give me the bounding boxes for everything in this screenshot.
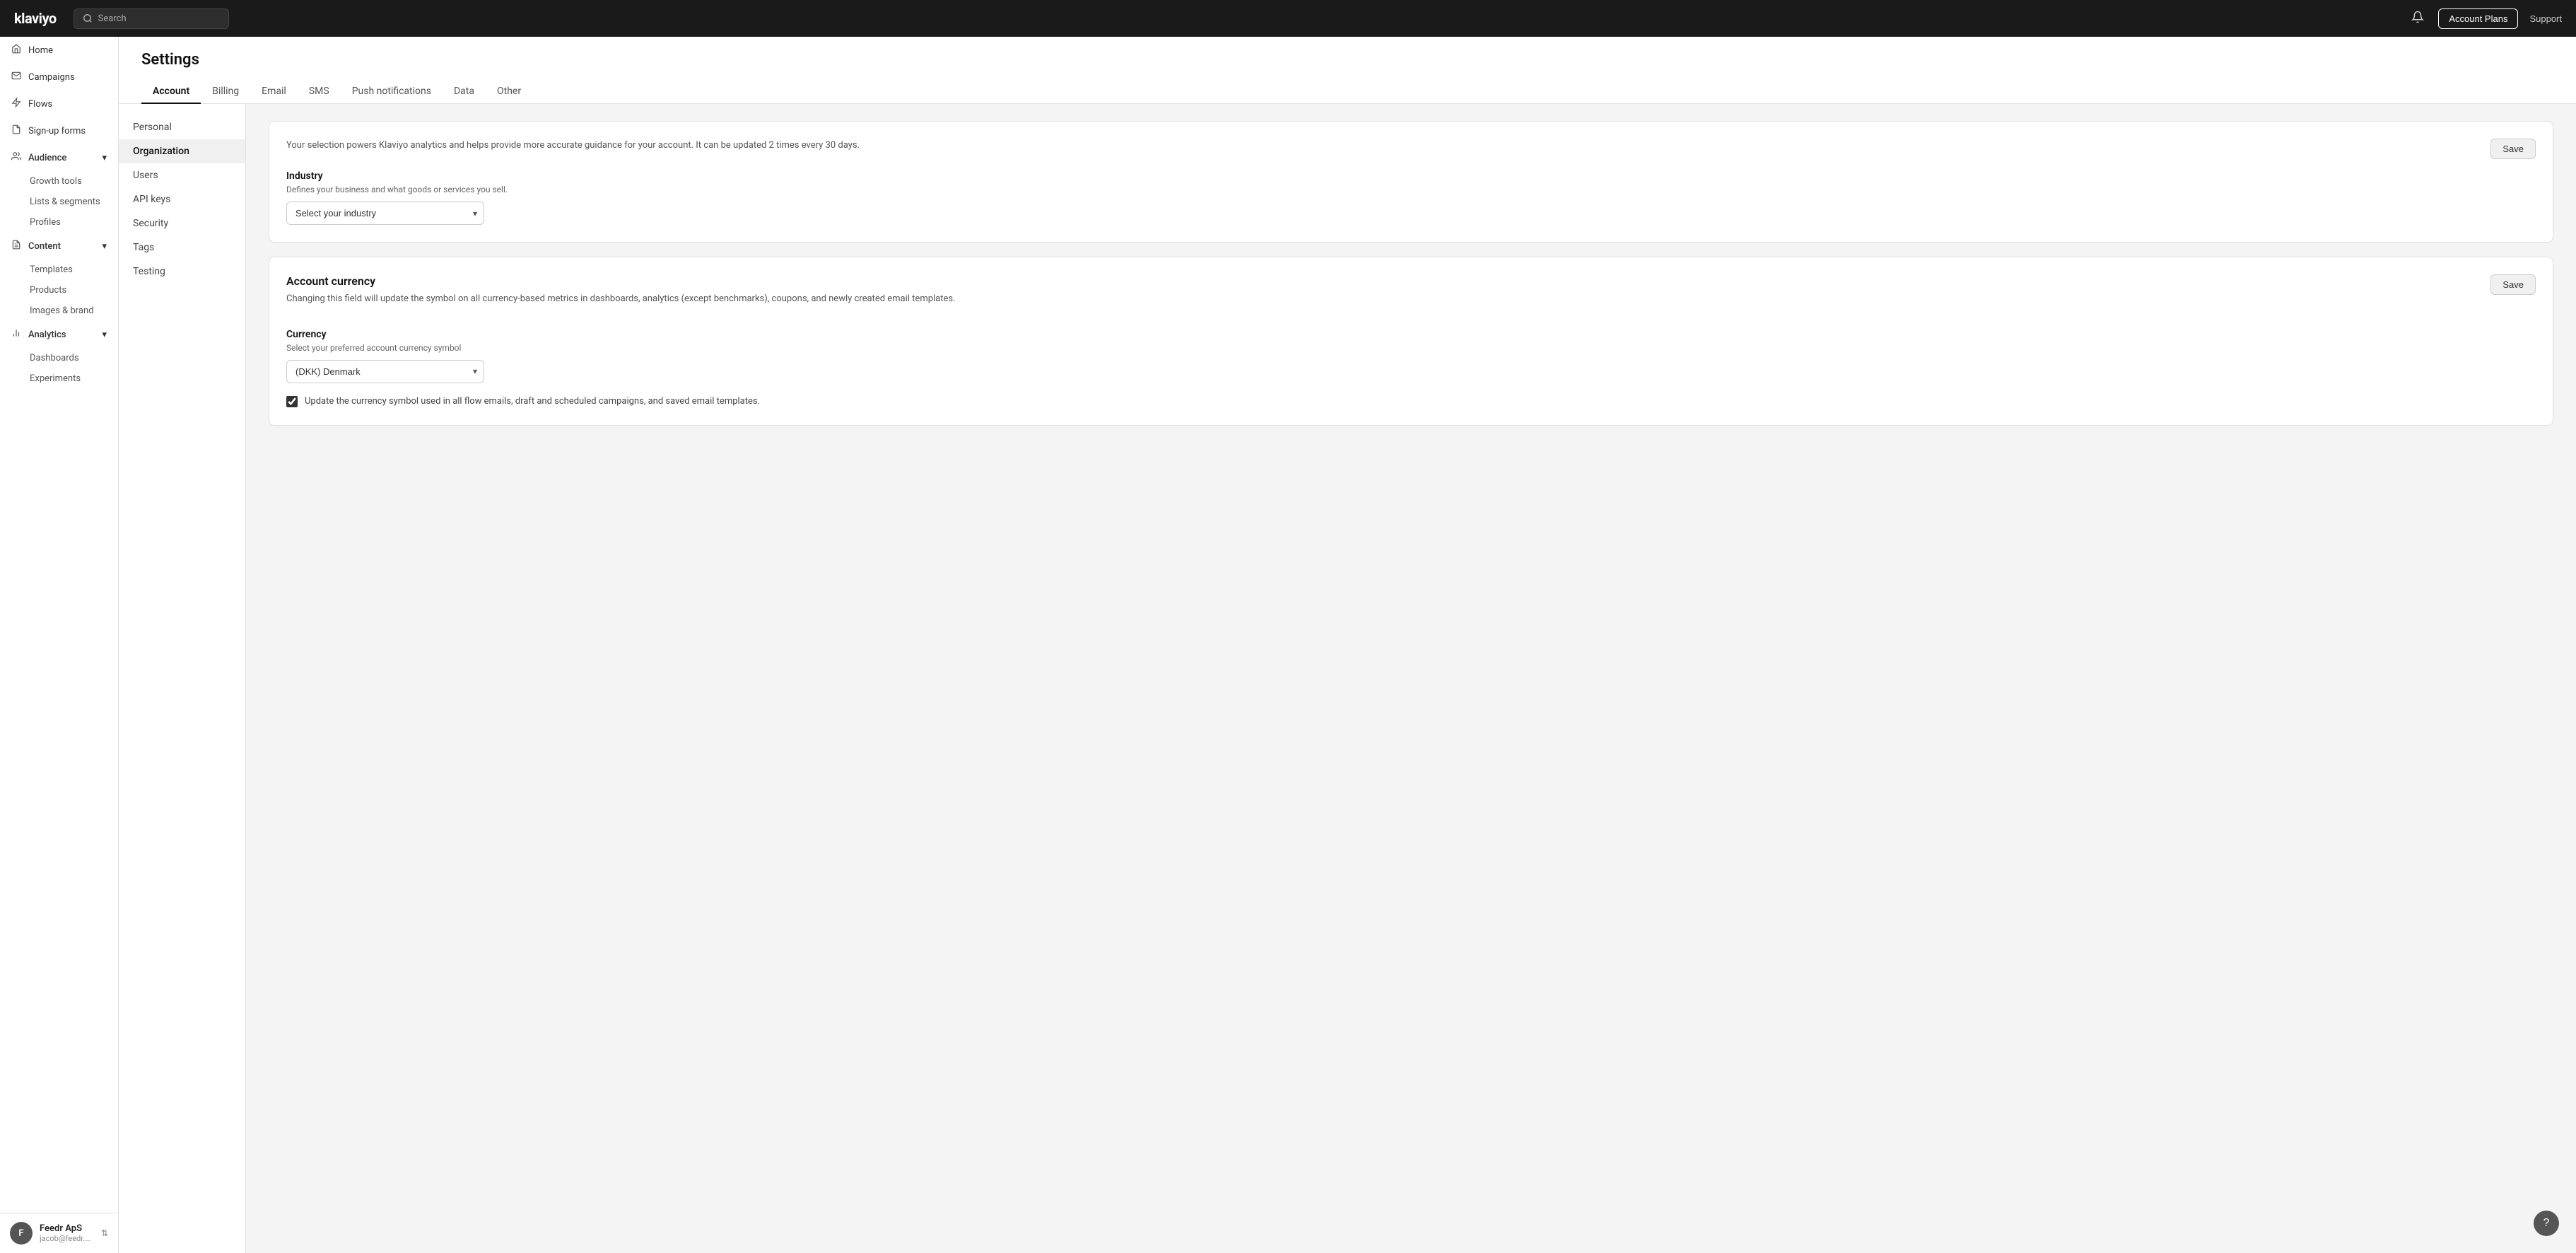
subnav-testing[interactable]: Testing xyxy=(119,260,245,284)
account-name: Feedr ApS xyxy=(40,1223,94,1234)
search-placeholder: Search xyxy=(98,13,127,24)
sidebar-item-campaigns-label: Campaigns xyxy=(28,72,75,83)
tab-billing[interactable]: Billing xyxy=(201,80,250,104)
industry-partial-text: Your selection powers Klaviyo analytics … xyxy=(286,139,2490,153)
top-navigation: klaviyo Search Account Plans Support xyxy=(0,0,2576,37)
page-title: Settings xyxy=(141,51,2553,69)
sidebar-item-audience[interactable]: Audience ▾ xyxy=(0,144,118,171)
account-plans-button[interactable]: Account Plans xyxy=(2438,8,2518,29)
sidebar-item-lists-segments[interactable]: Lists & segments xyxy=(0,192,118,212)
klaviyo-logo: klaviyo xyxy=(14,10,57,27)
sidebar-item-audience-label: Audience xyxy=(28,153,95,163)
currency-select-wrapper: (DKK) Denmark (USD) United States Dollar… xyxy=(286,360,484,383)
tab-email[interactable]: Email xyxy=(250,80,298,104)
settings-header: Settings Account Billing Email SMS Push … xyxy=(119,37,2576,104)
content-chevron-icon: ▾ xyxy=(102,241,107,252)
currency-field: Currency Select your preferred account c… xyxy=(286,329,2536,383)
sidebar-item-analytics-label: Analytics xyxy=(28,330,95,340)
sidebar-item-signup-forms-label: Sign-up forms xyxy=(28,126,86,136)
audience-chevron-icon: ▾ xyxy=(102,153,107,163)
account-email: jacob@feedr.c... xyxy=(40,1234,94,1243)
sidebar-item-home[interactable]: Home xyxy=(0,37,118,64)
sidebar-item-dashboards[interactable]: Dashboards xyxy=(0,348,118,368)
subnav-users[interactable]: Users xyxy=(119,163,245,187)
sidebar-item-growth-tools[interactable]: Growth tools xyxy=(0,171,118,192)
campaigns-icon xyxy=(11,71,21,83)
sidebar-item-templates[interactable]: Templates xyxy=(0,260,118,280)
sidebar: Home Campaigns Flows Sign-up forms Audie… xyxy=(0,37,119,1253)
subnav-organization[interactable]: Organization xyxy=(119,139,245,163)
industry-card: Your selection powers Klaviyo analytics … xyxy=(269,121,2553,243)
sidebar-item-campaigns[interactable]: Campaigns xyxy=(0,64,118,91)
settings-main: Your selection powers Klaviyo analytics … xyxy=(246,104,2576,1253)
sidebar-item-images-brand[interactable]: Images & brand xyxy=(0,301,118,321)
settings-subnav: Personal Organization Users API keys Sec… xyxy=(119,104,246,1253)
subnav-personal[interactable]: Personal xyxy=(119,115,245,139)
notifications-button[interactable] xyxy=(2408,8,2427,30)
currency-card: Account currency Changing this field wil… xyxy=(269,257,2553,426)
industry-field-desc: Defines your business and what goods or … xyxy=(286,185,2536,194)
tab-push-notifications[interactable]: Push notifications xyxy=(341,80,443,104)
settings-tabs: Account Billing Email SMS Push notificat… xyxy=(141,80,2553,103)
topnav-right: Account Plans Support xyxy=(2408,8,2562,30)
content-area: Settings Account Billing Email SMS Push … xyxy=(119,37,2576,1253)
sidebar-item-profiles[interactable]: Profiles xyxy=(0,212,118,233)
currency-card-description: Changing this field will update the symb… xyxy=(286,292,2490,306)
account-switcher[interactable]: F Feedr ApS jacob@feedr.c... ⇅ xyxy=(0,1213,118,1253)
tab-sms[interactable]: SMS xyxy=(298,80,341,104)
subnav-tags[interactable]: Tags xyxy=(119,235,245,260)
analytics-icon xyxy=(11,328,21,341)
audience-icon xyxy=(11,151,21,164)
signup-forms-icon xyxy=(11,124,21,137)
industry-field-label: Industry xyxy=(286,170,2536,182)
industry-field: Industry Defines your business and what … xyxy=(286,170,2536,225)
sidebar-item-content[interactable]: Content ▾ xyxy=(0,233,118,260)
tab-data[interactable]: Data xyxy=(443,80,486,104)
sidebar-item-flows-label: Flows xyxy=(28,99,52,110)
home-icon xyxy=(11,44,21,57)
sidebar-item-home-label: Home xyxy=(28,45,53,56)
avatar: F xyxy=(10,1222,33,1245)
account-chevron-icon: ⇅ xyxy=(101,1228,108,1238)
industry-save-button[interactable]: Save xyxy=(2490,139,2536,159)
settings-body: Personal Organization Users API keys Sec… xyxy=(119,104,2576,1253)
tab-other[interactable]: Other xyxy=(486,80,532,104)
tab-account[interactable]: Account xyxy=(141,80,201,104)
sidebar-item-flows[interactable]: Flows xyxy=(0,91,118,117)
industry-select-wrapper: Select your industry Retail eCommerce Fa… xyxy=(286,202,484,225)
currency-card-title: Account currency xyxy=(286,274,2490,288)
sidebar-item-content-label: Content xyxy=(28,241,95,252)
content-icon xyxy=(11,240,21,252)
currency-field-label: Currency xyxy=(286,329,2536,340)
sidebar-item-experiments[interactable]: Experiments xyxy=(0,368,118,389)
help-button[interactable]: ? xyxy=(2534,1211,2559,1236)
bell-icon xyxy=(2411,11,2424,23)
sidebar-item-products[interactable]: Products xyxy=(0,280,118,301)
currency-field-desc: Select your preferred account currency s… xyxy=(286,343,2536,353)
currency-update-checkbox[interactable] xyxy=(286,396,298,407)
currency-checkbox-label: Update the currency symbol used in all f… xyxy=(305,395,760,409)
main-layout: Home Campaigns Flows Sign-up forms Audie… xyxy=(0,37,2576,1253)
industry-select[interactable]: Select your industry Retail eCommerce Fa… xyxy=(286,202,484,225)
currency-select[interactable]: (DKK) Denmark (USD) United States Dollar… xyxy=(286,360,484,383)
currency-save-button[interactable]: Save xyxy=(2490,274,2536,295)
search-icon xyxy=(83,13,93,23)
account-info: Feedr ApS jacob@feedr.c... xyxy=(40,1223,94,1243)
sidebar-item-analytics[interactable]: Analytics ▾ xyxy=(0,321,118,348)
subnav-security[interactable]: Security xyxy=(119,211,245,235)
search-bar[interactable]: Search xyxy=(74,8,229,29)
currency-checkbox-row: Update the currency symbol used in all f… xyxy=(286,395,2536,409)
flows-icon xyxy=(11,98,21,110)
sidebar-item-signup-forms[interactable]: Sign-up forms xyxy=(0,117,118,144)
analytics-chevron-icon: ▾ xyxy=(102,330,107,340)
subnav-api-keys[interactable]: API keys xyxy=(119,187,245,211)
support-button[interactable]: Support xyxy=(2529,13,2562,24)
